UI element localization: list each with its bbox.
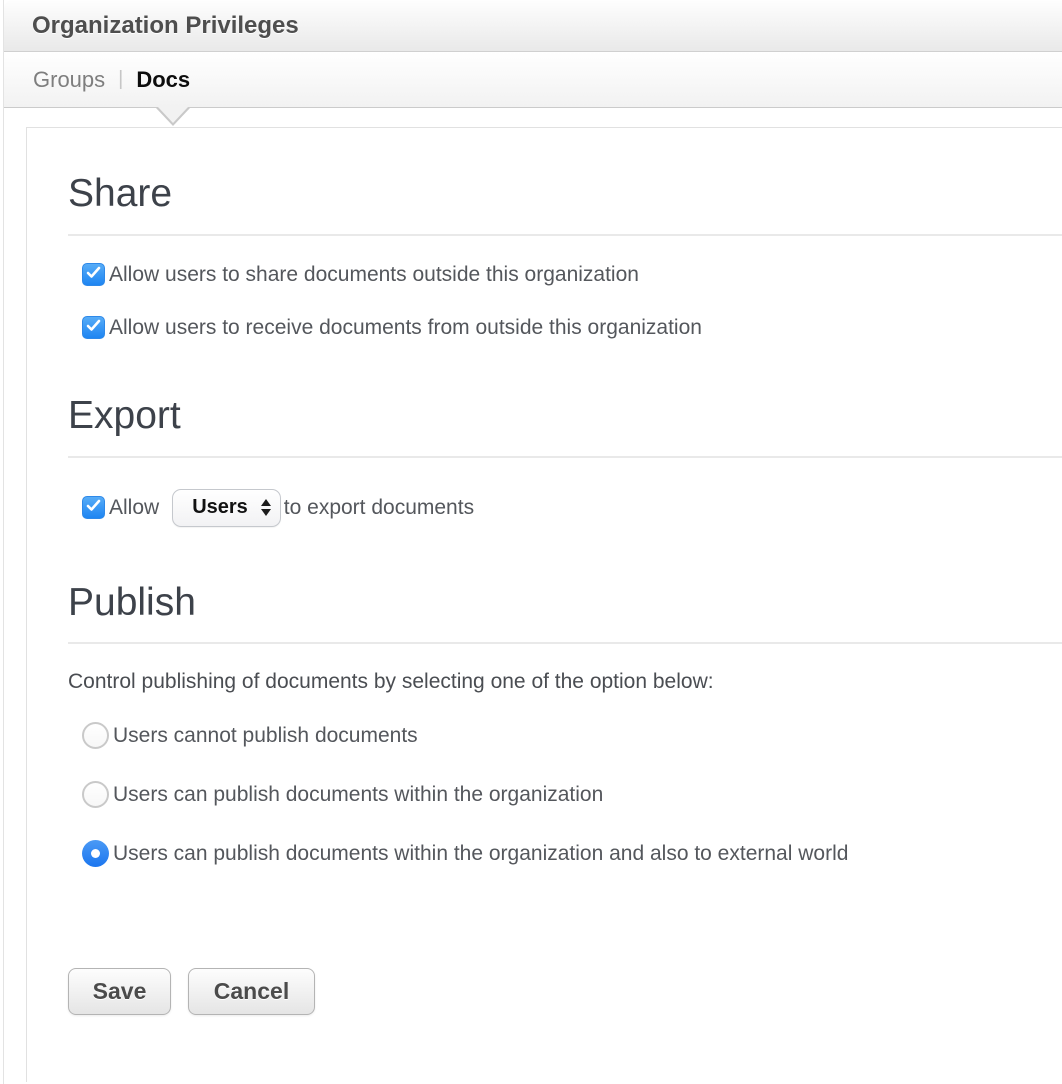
cancel-button[interactable]: Cancel xyxy=(188,968,315,1015)
save-button[interactable]: Save xyxy=(68,968,171,1015)
page-title: Organization Privileges xyxy=(32,12,299,40)
checkmark-icon xyxy=(86,266,101,284)
checkmark-icon xyxy=(86,499,101,517)
radio-publish-within-org[interactable] xyxy=(82,781,109,808)
publish-description: Control publishing of documents by selec… xyxy=(68,670,1062,694)
title-bar: Organization Privileges xyxy=(4,0,1062,52)
export-allow-checkbox[interactable] xyxy=(82,496,105,519)
share-outside-checkbox[interactable] xyxy=(82,263,105,286)
export-role-select-value: Users xyxy=(192,496,248,519)
share-outside-row: Allow users to share documents outside t… xyxy=(82,263,1062,287)
tab-groups[interactable]: Groups xyxy=(33,67,105,93)
receive-outside-row: Allow users to receive documents from ou… xyxy=(82,316,1062,340)
share-outside-label: Allow users to share documents outside t… xyxy=(109,263,639,287)
radio-cannot-publish-label: Users cannot publish documents xyxy=(113,724,418,748)
receive-outside-checkbox[interactable] xyxy=(82,316,105,339)
radio-cannot-publish[interactable] xyxy=(82,722,109,749)
tab-bar: Groups | Docs xyxy=(4,52,1062,108)
radio-publish-external-label: Users can publish documents within the o… xyxy=(113,842,848,866)
action-bar: Save Cancel xyxy=(68,968,1062,1015)
page: Organization Privileges Groups | Docs Sh… xyxy=(3,0,1062,1084)
select-arrows-icon xyxy=(261,499,271,516)
publish-option-row: Users can publish documents within the o… xyxy=(82,781,1062,808)
export-allow-label: Allow xyxy=(109,496,159,520)
receive-outside-label: Allow users to receive documents from ou… xyxy=(109,316,702,340)
share-heading: Share xyxy=(68,170,1062,219)
export-heading: Export xyxy=(68,392,1062,441)
export-suffix-label: to export documents xyxy=(284,496,474,520)
publish-option-row: Users cannot publish documents xyxy=(82,722,1062,749)
export-role-select[interactable]: Users xyxy=(172,489,281,527)
section-divider xyxy=(68,234,1062,236)
active-tab-caret-icon xyxy=(156,108,190,127)
docs-settings-panel: Share Allow users to share documents out… xyxy=(26,127,1062,1082)
tab-separator: | xyxy=(118,68,123,91)
publish-heading: Publish xyxy=(68,579,1062,628)
tab-docs[interactable]: Docs xyxy=(136,67,190,93)
radio-publish-external[interactable] xyxy=(82,840,109,867)
export-row: Allow Users to export documents xyxy=(82,489,1062,527)
radio-publish-within-org-label: Users can publish documents within the o… xyxy=(113,783,603,807)
section-divider xyxy=(68,642,1062,644)
publish-option-row: Users can publish documents within the o… xyxy=(82,840,1062,867)
checkmark-icon xyxy=(86,319,101,337)
section-divider xyxy=(68,456,1062,458)
